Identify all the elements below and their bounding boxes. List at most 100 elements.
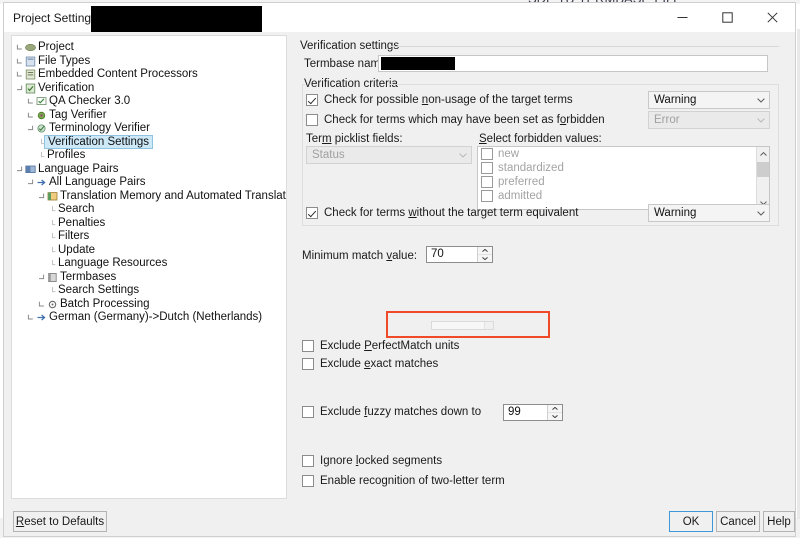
check-nonusage-label: Check for possible non-usage of the targ…: [324, 94, 573, 106]
exclude-exact-row[interactable]: Exclude exact matches: [302, 358, 438, 370]
tree-item-qa-checker-3-0[interactable]: QA Checker 3.0: [12, 95, 286, 109]
title-bar[interactable]: Project Settings -: [4, 3, 795, 32]
check-forbidden-row[interactable]: Check for terms which may have been set …: [306, 114, 605, 126]
forbidden-value-item[interactable]: new: [478, 147, 769, 161]
check-no-target-row[interactable]: Check for terms without the target term …: [306, 207, 578, 219]
spin-down-icon[interactable]: [548, 413, 562, 420]
tree-item-label: Terminology Verifier: [49, 122, 150, 134]
exclude-fuzzy-checkbox[interactable]: [302, 406, 314, 418]
nonusage-severity-combo[interactable]: Warning: [648, 91, 770, 109]
tree-item-label: Embedded Content Processors: [38, 68, 198, 80]
help-button[interactable]: Help: [763, 511, 795, 532]
tree-collapse-icon[interactable]: [15, 82, 24, 96]
scroll-up-icon[interactable]: [757, 147, 769, 160]
project-icon: [24, 41, 37, 55]
forbidden-value-checkbox[interactable]: [481, 190, 493, 202]
two-letter-term-row[interactable]: Enable recognition of two-letter term: [302, 475, 505, 487]
forbidden-value-item[interactable]: standardized: [478, 161, 769, 175]
forbidden-severity-combo: Error: [648, 111, 770, 129]
ok-button[interactable]: OK: [669, 511, 713, 532]
check-nonusage-checkbox[interactable]: [306, 94, 318, 106]
tree-item-all-language-pairs[interactable]: All Language Pairs: [12, 176, 286, 190]
tree-item-termbases[interactable]: Termbases: [12, 271, 286, 285]
term-picklist-combo: Status: [306, 146, 472, 164]
tree-item-label: QA Checker 3.0: [49, 95, 131, 107]
spin-down-icon[interactable]: [478, 255, 492, 262]
ignore-locked-checkbox[interactable]: [302, 455, 314, 467]
min-match-value-stepper[interactable]: 70: [426, 246, 493, 263]
tree-item-search-settings[interactable]: Search Settings: [12, 284, 286, 298]
tree-item-profiles[interactable]: Profiles: [12, 149, 286, 163]
exclude-fuzzy-row[interactable]: Exclude fuzzy matches down to: [302, 406, 481, 418]
no-target-severity-combo[interactable]: Warning: [648, 204, 770, 222]
tree-expand-icon[interactable]: [26, 311, 35, 325]
tree-item-tag-verifier[interactable]: Tag Verifier: [12, 109, 286, 123]
forbidden-value-checkbox[interactable]: [481, 148, 493, 160]
alllanguagepairs-icon: [35, 176, 48, 190]
ignore-locked-row[interactable]: Ignore locked segments: [302, 455, 442, 467]
tree-item-language-resources[interactable]: Language Resources: [12, 257, 286, 271]
maximize-button[interactable]: [705, 3, 750, 32]
tree-collapse-icon[interactable]: [37, 271, 46, 285]
tree-expand-icon[interactable]: [26, 109, 35, 123]
tree-item-translation-memory-and-automated-translation[interactable]: Translation Memory and Automated Transla…: [12, 190, 286, 204]
tree-collapse-icon[interactable]: [37, 190, 46, 204]
exclude-exact-checkbox[interactable]: [302, 358, 314, 370]
tree-item-label: Penalties: [58, 216, 106, 229]
dialog-client-area: Project File Types Embedded Content Proces…: [4, 32, 795, 536]
check-no-target-label: Check for terms without the target term …: [324, 207, 579, 219]
two-letter-term-checkbox[interactable]: [302, 475, 314, 487]
forbidden-values-listbox[interactable]: new standardized preferred admitted: [477, 146, 770, 210]
tree-expand-icon[interactable]: [15, 68, 24, 82]
reset-to-defaults-button[interactable]: Reset to Defaults: [13, 511, 107, 532]
tree-item-embedded-content-processors[interactable]: Embedded Content Processors: [12, 68, 286, 82]
tree-expand-icon[interactable]: [15, 41, 24, 55]
min-match-value-input[interactable]: 70: [427, 247, 477, 262]
forbidden-value-item[interactable]: preferred: [478, 175, 769, 189]
verification-icon: [24, 82, 37, 96]
tree-item-batch-processing[interactable]: Batch Processing: [12, 298, 286, 312]
tree-item-filters[interactable]: Filters: [12, 230, 286, 244]
check-forbidden-checkbox[interactable]: [306, 114, 318, 126]
tree-item-project[interactable]: Project: [12, 41, 286, 55]
tree-expand-icon[interactable]: [26, 95, 35, 109]
spin-up-icon[interactable]: [478, 247, 492, 255]
forbidden-values-scrollbar[interactable]: [756, 147, 769, 209]
exclude-perfectmatch-row[interactable]: Exclude PerfectMatch units: [302, 340, 459, 352]
tree-item-penalties[interactable]: Penalties: [12, 217, 286, 231]
forbidden-values-label: Select forbidden values:: [479, 133, 602, 145]
spin-up-icon[interactable]: [548, 405, 562, 413]
redacted-termbase-name: [381, 57, 455, 70]
exclude-perfectmatch-checkbox[interactable]: [302, 340, 314, 352]
tree-leaf-icon: [48, 203, 57, 217]
check-nonusage-row[interactable]: Check for possible non-usage of the targ…: [306, 94, 573, 106]
forbidden-value-item[interactable]: admitted: [478, 189, 769, 203]
embedded-icon: [24, 68, 37, 82]
scrollbar-thumb[interactable]: [757, 162, 769, 177]
forbidden-value-checkbox[interactable]: [481, 162, 493, 174]
tree-collapse-icon[interactable]: [26, 122, 35, 136]
tree-expand-icon[interactable]: [37, 298, 46, 312]
tree-item-language-pairs[interactable]: Language Pairs: [12, 163, 286, 177]
tree-collapse-icon[interactable]: [26, 176, 35, 190]
close-button[interactable]: [750, 3, 795, 32]
section-heading-verification-settings: Verification settings: [300, 40, 400, 52]
chevron-down-icon: [752, 97, 769, 103]
chevron-down-icon: [752, 117, 769, 123]
tree-item-german-germany-dutch-netherlands[interactable]: German (Germany)->Dutch (Netherlands): [12, 311, 286, 325]
cancel-button[interactable]: Cancel: [716, 511, 760, 532]
tree-item-verification[interactable]: Verification: [12, 82, 286, 96]
forbidden-value-checkbox[interactable]: [481, 176, 493, 188]
tree-item-search[interactable]: Search: [12, 203, 286, 217]
tree-item-terminology-verifier[interactable]: Terminology Verifier: [12, 122, 286, 136]
tree-item-update[interactable]: Update: [12, 244, 286, 258]
tree-item-verification-settings[interactable]: Verification Settings: [12, 135, 286, 150]
exclude-fuzzy-input[interactable]: 99: [504, 405, 547, 420]
tree-item-file-types[interactable]: File Types: [12, 55, 286, 69]
exclude-fuzzy-stepper[interactable]: 99: [503, 404, 563, 421]
tree-collapse-icon[interactable]: [15, 163, 24, 177]
check-no-target-checkbox[interactable]: [306, 207, 318, 219]
settings-tree[interactable]: Project File Types Embedded Content Proces…: [11, 35, 287, 499]
minimize-button[interactable]: [660, 3, 705, 32]
tree-expand-icon[interactable]: [15, 55, 24, 69]
